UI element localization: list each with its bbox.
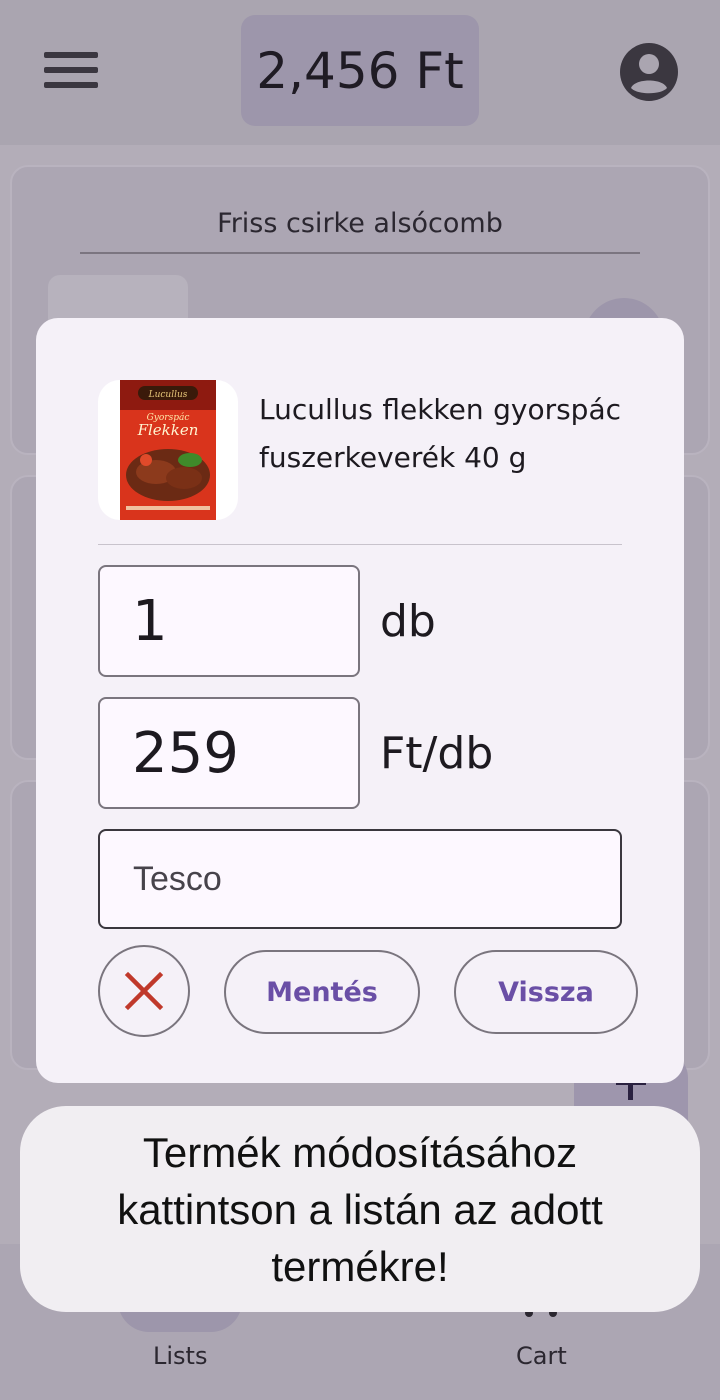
store-input[interactable]: Tesco: [98, 829, 622, 929]
price-unit-label: Ft/db: [380, 728, 494, 779]
product-image: Lucullus Gyorspác Flekken: [98, 380, 238, 520]
product-name: Lucullus flekken gyorspác fuszerkeverék …: [259, 393, 621, 474]
save-button[interactable]: Mentés: [224, 950, 420, 1034]
plus-icon: [616, 1080, 646, 1100]
back-button[interactable]: Vissza: [454, 950, 638, 1034]
list-item-title: Friss csirke alsócomb: [80, 208, 640, 254]
hamburger-menu-icon[interactable]: [44, 50, 98, 90]
svg-text:Lucullus: Lucullus: [148, 390, 188, 400]
close-x-icon: [124, 971, 164, 1011]
price-input[interactable]: 259: [98, 697, 360, 809]
nav-item-lists[interactable]: Lists: [153, 1342, 207, 1370]
quantity-input[interactable]: 1: [98, 565, 360, 677]
nav-item-cart[interactable]: Cart: [516, 1342, 567, 1370]
svg-text:Flekken: Flekken: [137, 421, 199, 439]
top-app-bar: 2,456 Ft: [0, 0, 720, 145]
divider: [98, 544, 622, 545]
toast-message: Termék módosításához kattintson a listán…: [20, 1106, 700, 1312]
product-package-image: Lucullus Gyorspác Flekken: [120, 380, 216, 520]
quantity-unit-label: db: [380, 596, 436, 647]
account-circle-icon[interactable]: [619, 42, 679, 102]
delete-button[interactable]: [98, 945, 190, 1037]
app-screen: 2,456 Ft Friss csirke alsócomb Lists Car…: [0, 0, 720, 1400]
total-price[interactable]: 2,456 Ft: [241, 15, 479, 126]
